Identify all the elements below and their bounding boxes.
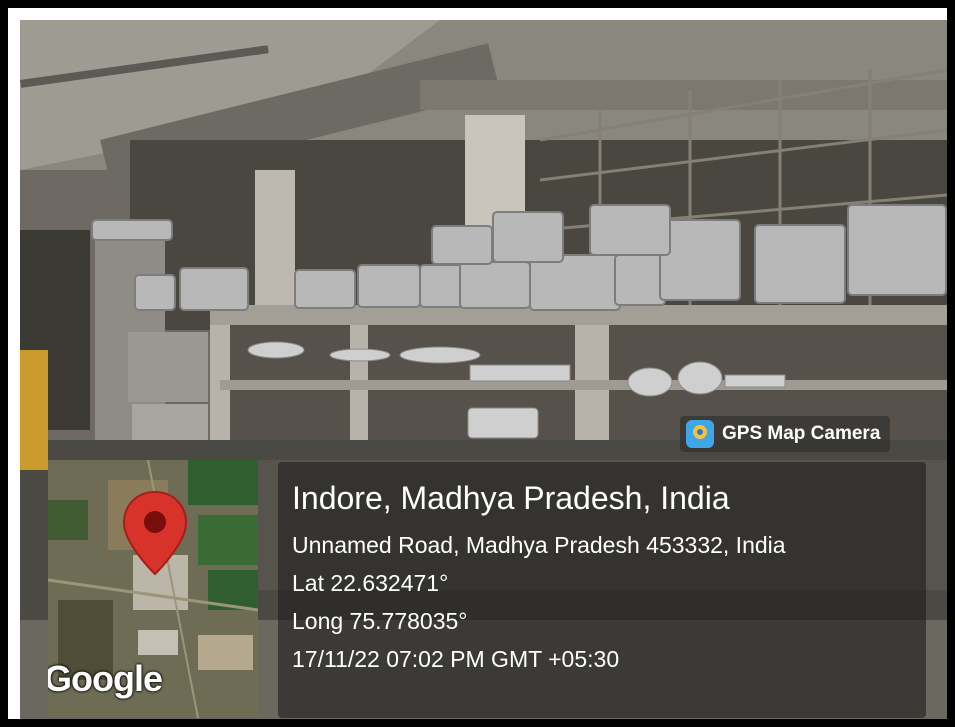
latitude-value: Lat 22.632471° bbox=[292, 570, 449, 596]
google-logo: Google bbox=[48, 658, 163, 699]
location-info-panel: Indore, Madhya Pradesh, India Unnamed Ro… bbox=[278, 462, 926, 718]
longitude-value: Long 75.778035° bbox=[292, 608, 468, 634]
kitchen-photo: GPS Map Camera Google Indore, Madhya Pra… bbox=[20, 20, 947, 719]
location-title: Indore, Madhya Pradesh, India bbox=[292, 480, 730, 516]
gps-map-camera-app-icon bbox=[686, 420, 714, 448]
app-name: GPS Map Camera bbox=[722, 423, 881, 444]
location-pin-icon bbox=[122, 490, 188, 576]
location-address: Unnamed Road, Madhya Pradesh 453332, Ind… bbox=[292, 532, 786, 558]
app-watermark: GPS Map Camera bbox=[680, 416, 891, 452]
photo-frame: GPS Map Camera Google Indore, Madhya Pra… bbox=[0, 0, 955, 727]
datetime-stamp: 17/11/22 07:02 PM GMT +05:30 bbox=[292, 646, 620, 672]
satellite-map-thumbnail[interactable]: Google bbox=[48, 460, 258, 718]
